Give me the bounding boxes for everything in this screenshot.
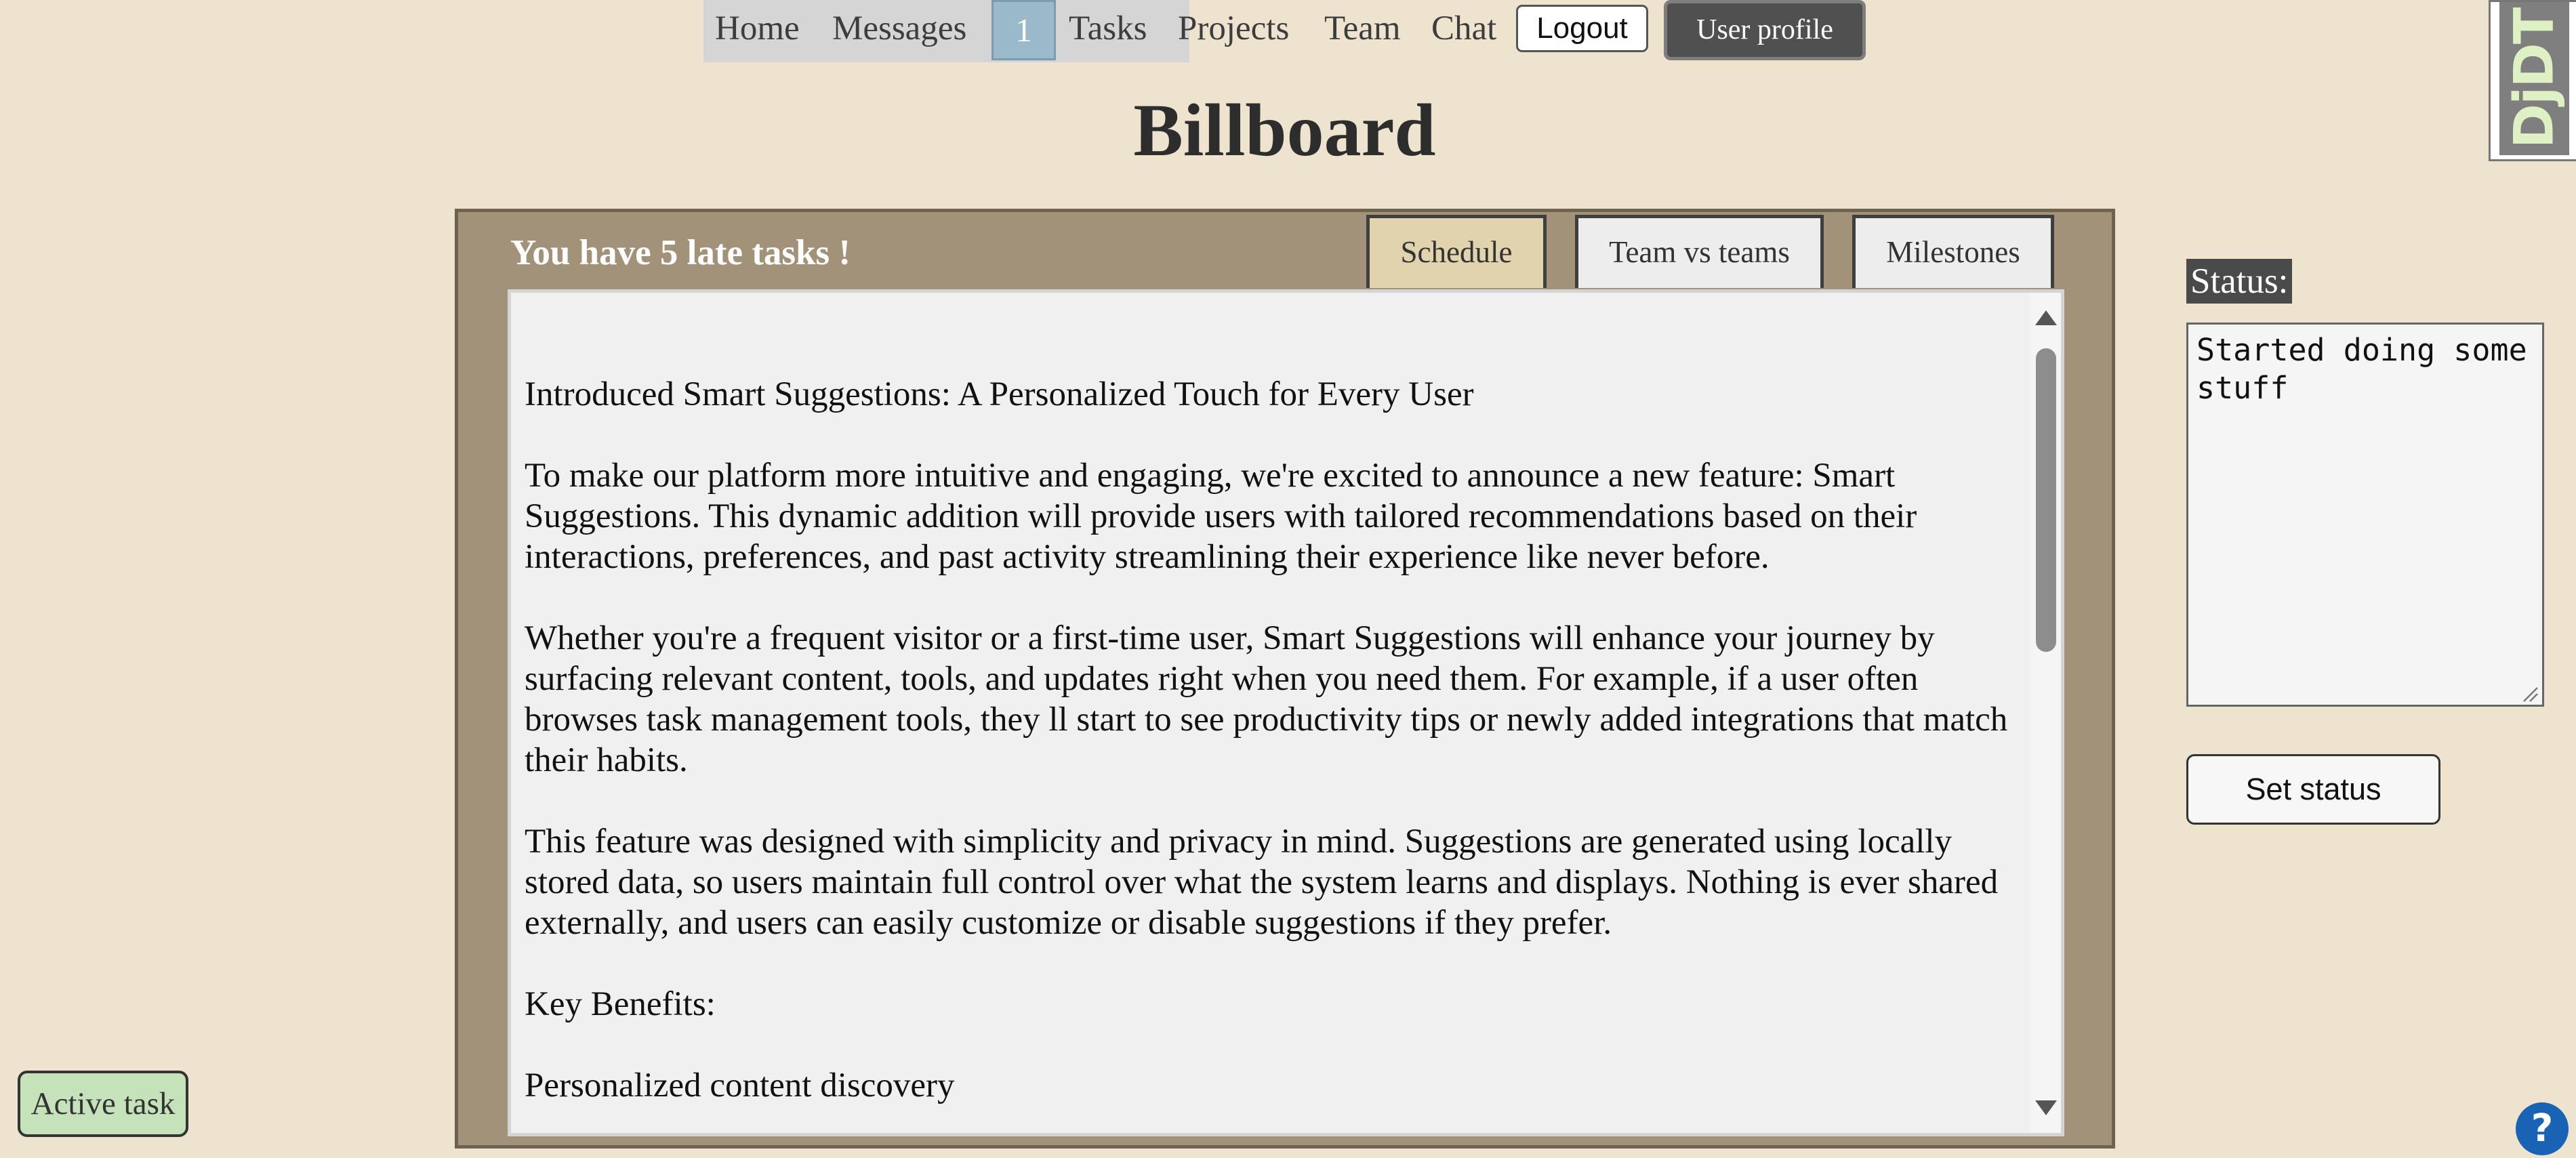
scroll-down-arrow-icon[interactable] (2035, 1100, 2057, 1115)
active-task-button[interactable]: Active task (18, 1071, 188, 1137)
late-tasks-notice[interactable]: You have 5 late tasks ! (510, 232, 851, 273)
set-status-button[interactable]: Set status (2186, 754, 2440, 825)
announcement-paragraph: Key Benefits: (525, 985, 716, 1023)
announcement-heading: Introduced Smart Suggestions: A Personal… (525, 375, 1474, 413)
help-icon[interactable]: ? (2516, 1102, 2569, 1155)
content-scrollbar[interactable] (2030, 293, 2061, 1133)
logout-button[interactable]: Logout (1516, 5, 1648, 52)
announcement-text: Introduced Smart Suggestions: A Personal… (525, 374, 2016, 1133)
tab-team-vs-teams[interactable]: Team vs teams (1575, 215, 1824, 288)
announcement-paragraph: Personalized content discovery (525, 1067, 955, 1104)
user-profile-button[interactable]: User profile (1664, 0, 1866, 60)
tab-milestones[interactable]: Milestones (1852, 215, 2054, 288)
page-title: Billboard (1133, 89, 1436, 171)
scroll-up-arrow-icon[interactable] (2035, 310, 2057, 325)
billboard-panel: You have 5 late tasks ! Schedule Team vs… (455, 209, 2115, 1149)
status-textarea[interactable]: Started doing some stuff (2186, 323, 2544, 707)
nav-chat-link[interactable]: Chat (1431, 0, 1496, 58)
nav-tasks-link[interactable]: Tasks (1069, 0, 1147, 58)
tab-schedule[interactable]: Schedule (1366, 215, 1547, 288)
message-count-badge[interactable]: 1 (991, 0, 1056, 60)
billboard-content[interactable]: Introduced Smart Suggestions: A Personal… (508, 289, 2064, 1136)
resize-grip-icon[interactable] (2521, 685, 2539, 703)
announcement-paragraph: Whether you're a frequent visitor or a f… (525, 619, 2008, 779)
nav-projects-link[interactable]: Projects (1178, 0, 1289, 58)
nav-team-link[interactable]: Team (1324, 0, 1401, 58)
announcement-paragraph: To make our platform more intuitive and … (525, 457, 1917, 576)
status-label: Status: (2186, 259, 2293, 304)
scrollbar-thumb[interactable] (2036, 348, 2056, 652)
announcement-paragraph: This feature was designed with simplicit… (525, 823, 1999, 942)
nav-home-link[interactable]: Home (715, 0, 800, 58)
nav-messages-link[interactable]: Messages (832, 0, 966, 58)
